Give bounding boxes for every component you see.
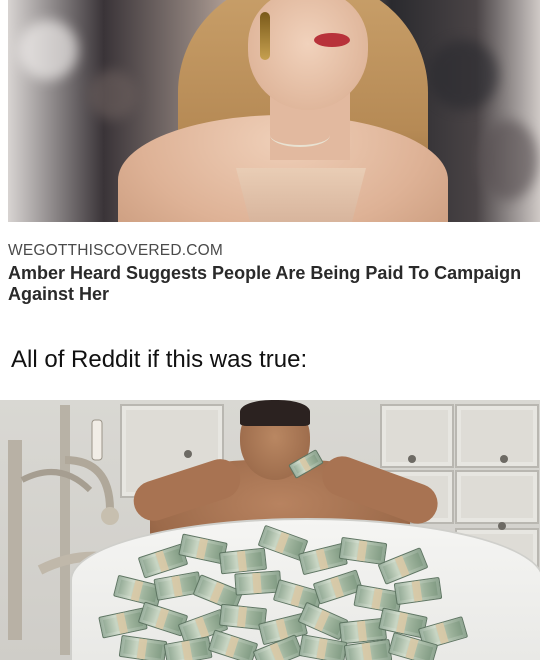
dress-shape — [236, 168, 366, 222]
earring-shape — [260, 12, 270, 60]
bathtub-cash-photo — [0, 400, 540, 660]
lips-shape — [314, 33, 350, 47]
necklace-shape — [270, 123, 330, 147]
news-source: WEGOTTHISCOVERED.COM — [8, 242, 223, 259]
news-card-meta: WEGOTTHISCOVERED.COM Amber Heard Suggest… — [8, 222, 540, 312]
news-photo — [8, 0, 540, 222]
news-headline: Amber Heard Suggests People Are Being Pa… — [8, 263, 522, 304]
meme-caption: All of Reddit if this was true: — [11, 346, 308, 373]
man-hair — [240, 400, 310, 426]
